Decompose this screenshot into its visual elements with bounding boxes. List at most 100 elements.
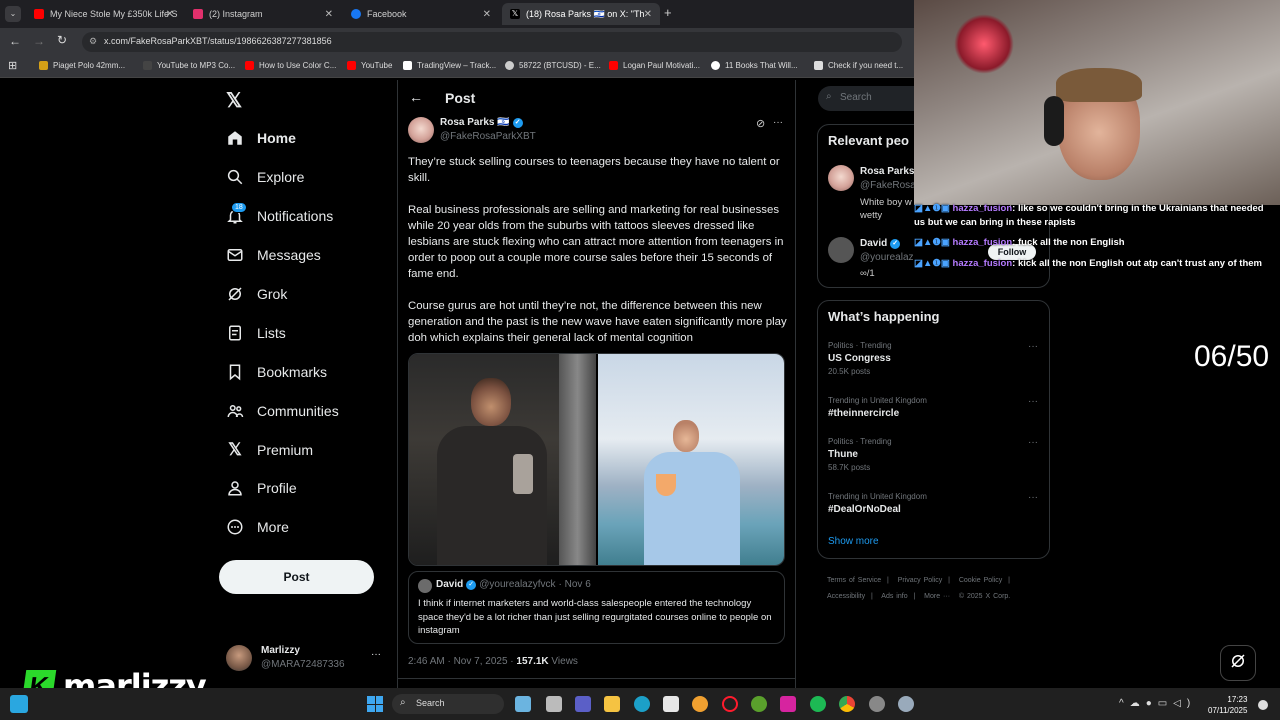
- avatar[interactable]: [828, 237, 854, 263]
- clock[interactable]: 17:23 07/11/2025: [1208, 694, 1247, 716]
- close-icon[interactable]: ✕: [483, 9, 491, 20]
- teams-icon[interactable]: [575, 696, 591, 712]
- bookmark[interactable]: Logan Paul Motivati...: [609, 61, 700, 70]
- back-icon[interactable]: ←: [9, 34, 21, 48]
- post-image-right[interactable]: [598, 354, 784, 565]
- nav-label: Profile: [257, 480, 297, 496]
- search-input[interactable]: ⌕ Search: [818, 86, 928, 111]
- nav-more[interactable]: More: [226, 518, 289, 536]
- bookmark[interactable]: Check if you need t...: [814, 61, 903, 70]
- person-body: [644, 452, 740, 565]
- nav-profile[interactable]: Profile: [226, 479, 297, 497]
- avatar[interactable]: [828, 165, 854, 191]
- nav-home[interactable]: Home: [226, 129, 296, 147]
- bookmark[interactable]: 11 Books That Will...: [711, 61, 798, 70]
- new-tab-button[interactable]: +: [664, 5, 672, 20]
- app-icon[interactable]: [692, 696, 708, 712]
- edge-icon[interactable]: [634, 696, 650, 712]
- settings-icon[interactable]: [898, 696, 914, 712]
- app-icon[interactable]: [546, 696, 562, 712]
- apps-icon[interactable]: ⊞: [8, 59, 17, 72]
- account-switcher[interactable]: Marlizzy @MARA72487336 ···: [226, 643, 386, 675]
- tab-x-post[interactable]: 𝕏 (18) Rosa Parks 🇮🇱 on X: "They're ✕: [502, 3, 660, 25]
- nav-lists[interactable]: Lists: [226, 324, 286, 342]
- post-button[interactable]: Post: [219, 560, 374, 594]
- trend-name: Thune: [828, 449, 858, 460]
- reload-icon[interactable]: ↻: [57, 33, 67, 47]
- more-icon[interactable]: ···: [773, 117, 783, 128]
- trend-context: Trending in United Kingdom: [828, 492, 927, 501]
- nav-messages[interactable]: Messages: [226, 246, 321, 264]
- opera-icon[interactable]: [722, 696, 738, 712]
- url-field[interactable]: ⚙ x.com/FakeRosaParkXBT/status/198662638…: [82, 32, 902, 52]
- bookmark[interactable]: How to Use Color C...: [245, 61, 336, 70]
- grok-floating-button[interactable]: [1220, 645, 1256, 681]
- more-icon[interactable]: ···: [1028, 341, 1038, 352]
- nav-premium[interactable]: 𝕏 Premium: [226, 440, 313, 459]
- trend-item[interactable]: Trending in United Kingdom #theinnercirc…: [828, 396, 1038, 419]
- person-name[interactable]: Rosa Parks: [860, 166, 914, 177]
- x-logo-icon[interactable]: 𝕏: [226, 88, 242, 113]
- trend-item[interactable]: Politics · Trending US Congress 20.5K po…: [828, 341, 1038, 376]
- bookmark[interactable]: YouTube: [347, 61, 392, 70]
- nav-communities[interactable]: Communities: [226, 402, 339, 420]
- task-view-icon[interactable]: [515, 696, 531, 712]
- author-name[interactable]: Rosa Parks 🇮🇱 ✓: [440, 117, 523, 128]
- bookmark[interactable]: 58722 (BTCUSD) - E...: [505, 61, 601, 70]
- more-icon[interactable]: ···: [1028, 396, 1038, 407]
- footer-link[interactable]: Accessibility: [827, 593, 865, 600]
- back-arrow-icon[interactable]: ←: [409, 89, 423, 105]
- spotify-icon[interactable]: [810, 696, 826, 712]
- bookmark[interactable]: TradingView – Track...: [403, 61, 496, 70]
- post-image-left[interactable]: [409, 354, 596, 565]
- verified-icon: ✓: [466, 579, 477, 590]
- tab-youtube[interactable]: My Niece Stole My £350k Life S ✕: [26, 3, 182, 25]
- more-icon[interactable]: ···: [1028, 437, 1038, 448]
- tab-instagram[interactable]: (2) Instagram ✕: [185, 3, 341, 25]
- store-icon[interactable]: [663, 696, 679, 712]
- footer-link[interactable]: Terms of Service: [827, 577, 881, 584]
- chrome-icon[interactable]: [839, 696, 855, 712]
- forward-icon[interactable]: →: [33, 34, 45, 48]
- nav-explore[interactable]: Explore: [226, 168, 304, 186]
- app-icon[interactable]: [869, 696, 885, 712]
- tab-search-button[interactable]: ⌄: [5, 6, 21, 22]
- author-handle[interactable]: @FakeRosaParkXBT: [440, 131, 536, 142]
- site-info-icon[interactable]: ⚙: [89, 36, 97, 47]
- tray-icons[interactable]: ^☁●▭◁): [1119, 698, 1196, 709]
- bookmark[interactable]: Piaget Polo 42mm...: [39, 61, 125, 70]
- author-avatar[interactable]: [408, 117, 434, 143]
- taskbar-search[interactable]: ⌕ Search: [392, 694, 504, 714]
- nav-notifications[interactable]: 18 Notifications: [226, 202, 334, 225]
- grok-icon[interactable]: ⊘: [756, 117, 765, 130]
- quoted-post[interactable]: David ✓ @yourealazyfvck · Nov 6 I think …: [408, 571, 785, 644]
- footer-link[interactable]: Privacy Policy: [898, 577, 943, 584]
- instagram-icon[interactable]: [780, 696, 796, 712]
- close-icon[interactable]: ✕: [325, 9, 333, 20]
- file-explorer-icon[interactable]: [604, 696, 620, 712]
- more-icon[interactable]: ···: [371, 649, 381, 660]
- nav-bookmarks[interactable]: Bookmarks: [226, 363, 327, 381]
- address-bar: ← → ↻ ⚙ x.com/FakeRosaParkXBT/status/198…: [0, 28, 914, 56]
- nav-grok[interactable]: Grok: [226, 285, 287, 303]
- notification-icon[interactable]: [1258, 700, 1268, 710]
- nav-label: Notifications: [257, 208, 334, 224]
- trend-item[interactable]: Trending in United Kingdom #DealOrNoDeal…: [828, 492, 1038, 515]
- person-name[interactable]: David ✓: [860, 238, 901, 249]
- bookmark[interactable]: YouTube to MP3 Co...: [143, 61, 235, 70]
- tab-title: (18) Rosa Parks 🇮🇱 on X: "They're: [526, 8, 646, 19]
- trend-item[interactable]: Politics · Trending Thune 58.7K posts ··…: [828, 437, 1038, 472]
- bookmark-favicon: [505, 61, 514, 70]
- tab-facebook[interactable]: Facebook ✕: [343, 3, 499, 25]
- close-icon[interactable]: ✕: [166, 9, 174, 20]
- post-media[interactable]: [408, 353, 785, 566]
- more-icon[interactable]: ···: [1028, 492, 1038, 503]
- start-icon[interactable]: [367, 696, 383, 712]
- footer-link[interactable]: Cookie Policy: [959, 577, 1002, 584]
- widgets-icon[interactable]: [10, 695, 28, 713]
- footer-link[interactable]: Ads info: [881, 593, 907, 600]
- show-more-link[interactable]: Show more: [828, 536, 879, 547]
- footer-link[interactable]: More ···: [924, 593, 950, 600]
- close-icon[interactable]: ✕: [643, 8, 652, 20]
- xbox-icon[interactable]: [751, 696, 767, 712]
